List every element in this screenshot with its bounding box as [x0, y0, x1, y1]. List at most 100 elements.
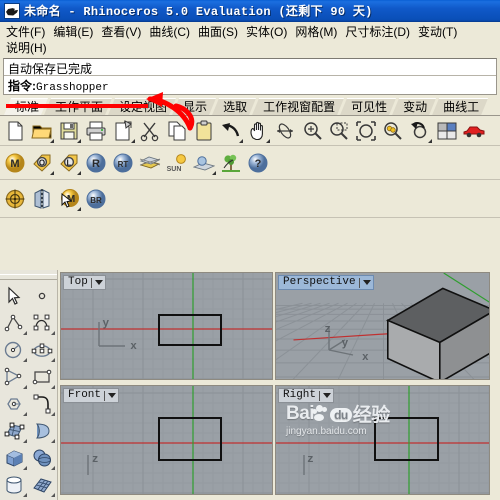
flyout-corner-marker[interactable] [51, 358, 55, 362]
zoom-selected-icon[interactable] [380, 118, 406, 144]
flyout-corner-marker[interactable] [51, 466, 55, 470]
zoom-previous-icon[interactable] [407, 118, 433, 144]
arc-icon[interactable] [0, 363, 28, 390]
car-icon[interactable] [461, 118, 487, 144]
dropdown-corner-marker[interactable] [131, 138, 135, 143]
menu-item-7[interactable]: 网格(M) [295, 24, 345, 40]
toolbar-tab-7[interactable]: 可见性 [340, 98, 396, 115]
toolbar-tab-8[interactable]: 变动 [392, 98, 436, 115]
chevron-down-icon[interactable] [323, 393, 332, 398]
dropdown-corner-marker[interactable] [77, 206, 81, 211]
curve-corner-icon[interactable] [28, 390, 56, 417]
rectangle-object[interactable] [158, 314, 222, 346]
flyout-corner-marker[interactable] [51, 385, 55, 389]
ellipse-icon[interactable] [28, 336, 56, 363]
save-file-icon[interactable] [56, 118, 82, 144]
menu-item-2[interactable]: 编辑(E) [53, 24, 101, 40]
rotate-view-icon[interactable] [272, 118, 298, 144]
dropdown-corner-marker[interactable] [212, 170, 216, 175]
layer-icon[interactable]: L [56, 150, 82, 176]
rectangle-object[interactable] [374, 417, 439, 461]
chevron-down-icon[interactable] [94, 280, 103, 285]
rectangle-icon[interactable] [28, 363, 56, 390]
flyout-corner-marker[interactable] [51, 412, 55, 416]
dropdown-corner-marker[interactable] [266, 138, 270, 143]
select-arrow-icon[interactable] [0, 282, 28, 309]
menu-item-1[interactable]: 文件(F) [6, 24, 53, 40]
flyout-corner-marker[interactable] [23, 439, 27, 443]
environment-icon[interactable] [191, 150, 217, 176]
menu-item-5[interactable]: 曲面(S) [198, 24, 246, 40]
copy-icon[interactable] [164, 118, 190, 144]
cut-icon[interactable] [137, 118, 163, 144]
sun-icon[interactable]: SUN [164, 150, 190, 176]
surface-from-curves-icon[interactable] [0, 417, 28, 444]
viewport-front[interactable]: Front z [60, 385, 273, 495]
viewport-top[interactable]: Top y x [60, 272, 273, 380]
target-icon[interactable] [2, 186, 28, 212]
undo-icon[interactable] [218, 118, 244, 144]
toolbar-tab-2[interactable]: 工作平面 [44, 98, 112, 115]
toolbar-tab-1[interactable]: 标准 [4, 98, 48, 115]
menu-item-8[interactable]: 尺寸标注(D) [345, 24, 418, 40]
menu-item-6[interactable]: 实体(O) [246, 24, 295, 40]
loft-surface-icon[interactable] [28, 417, 56, 444]
mirror-icon[interactable] [29, 186, 55, 212]
flyout-corner-marker[interactable] [51, 331, 55, 335]
dropdown-corner-marker[interactable] [428, 138, 432, 143]
toolbar-tab-6[interactable]: 工作视窗配置 [252, 98, 344, 115]
palette-grip[interactable] [0, 274, 57, 280]
dropdown-corner-marker[interactable] [77, 170, 81, 175]
viewport-right-title[interactable]: Right [278, 388, 335, 403]
pan-icon[interactable] [245, 118, 271, 144]
toolbar-tab-5[interactable]: 选取 [212, 98, 256, 115]
print-icon[interactable] [83, 118, 109, 144]
ground-plane-icon[interactable] [137, 150, 163, 176]
flyout-corner-marker[interactable] [23, 331, 27, 335]
chevron-down-icon[interactable] [362, 280, 371, 285]
material-editor-icon[interactable]: M [56, 186, 82, 212]
menu-item-4[interactable]: 曲线(C) [149, 24, 198, 40]
properties-icon[interactable] [110, 118, 136, 144]
viewport-right[interactable]: Right z Bai du 经验 jingyan.baidu.com [275, 385, 490, 495]
flyout-corner-marker[interactable] [23, 358, 27, 362]
bongo-render-icon[interactable]: BR [83, 186, 109, 212]
toolbar-tab-9[interactable]: 曲线工 [432, 98, 488, 115]
viewport-perspective[interactable]: Perspective z y x [275, 272, 490, 380]
flyout-corner-marker[interactable] [51, 439, 55, 443]
polygon-icon[interactable] [0, 390, 28, 417]
zoom-window-icon[interactable] [326, 118, 352, 144]
point-icon[interactable] [28, 282, 56, 309]
mesh-icon[interactable] [28, 471, 56, 498]
flyout-corner-marker[interactable] [23, 493, 27, 497]
menu-item-3[interactable]: 查看(V) [101, 24, 149, 40]
paste-icon[interactable] [191, 118, 217, 144]
menu-item-1[interactable]: 说明(H) [6, 40, 55, 56]
four-view-icon[interactable] [434, 118, 460, 144]
viewport-perspective-title[interactable]: Perspective [278, 275, 374, 290]
object-properties-icon[interactable]: O [29, 150, 55, 176]
open-file-icon[interactable] [29, 118, 55, 144]
help-icon[interactable]: ? [245, 150, 271, 176]
rectangle-object[interactable] [158, 417, 222, 461]
toolbar-tab-3[interactable]: 设定视图 [108, 98, 176, 115]
dropdown-corner-marker[interactable] [50, 170, 54, 175]
toolbar-tab-4[interactable]: 显示 [172, 98, 216, 115]
zoom-in-icon[interactable] [299, 118, 325, 144]
dropdown-corner-marker[interactable] [77, 138, 81, 143]
menu-item-9[interactable]: 变动(T) [418, 24, 465, 40]
dropdown-corner-marker[interactable] [239, 138, 243, 143]
render-icon[interactable]: R [83, 150, 109, 176]
dropdown-corner-marker[interactable] [50, 138, 54, 143]
chevron-down-icon[interactable] [108, 393, 117, 398]
sphere-icon[interactable] [28, 444, 56, 471]
new-file-icon[interactable] [2, 118, 28, 144]
cylinder-icon[interactable] [0, 471, 28, 498]
zoom-extents-icon[interactable] [353, 118, 379, 144]
flyout-corner-marker[interactable] [23, 412, 27, 416]
material-icon[interactable]: M [2, 150, 28, 176]
curve-icon[interactable] [28, 309, 56, 336]
command-input-line[interactable]: 指令:Grasshopper [4, 76, 496, 94]
render-preview-icon[interactable]: RT [110, 150, 136, 176]
box-icon[interactable] [0, 444, 28, 471]
